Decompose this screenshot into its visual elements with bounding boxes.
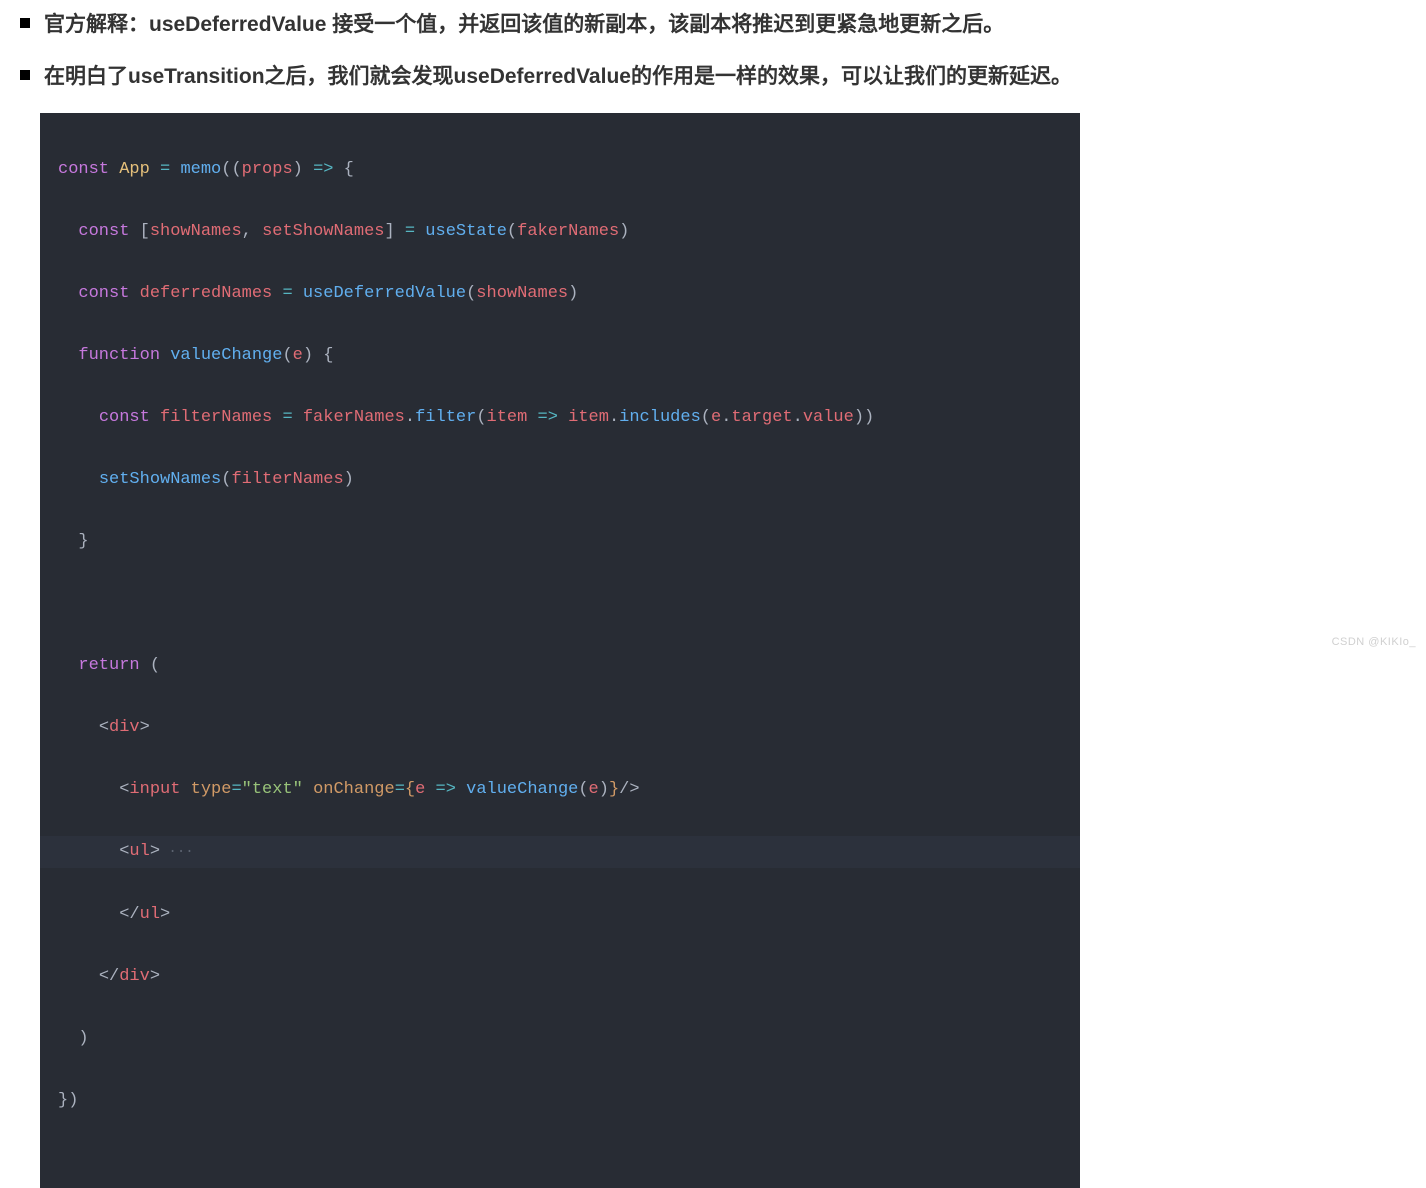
id-showNames2: showNames bbox=[476, 284, 568, 303]
id-target: target bbox=[731, 408, 792, 427]
id-app: App bbox=[119, 160, 150, 179]
code-container: const App = memo((props) => { const [sho… bbox=[40, 113, 1080, 1188]
id-filterNames2: filterNames bbox=[231, 470, 343, 489]
fn-useDeferredValue: useDeferredValue bbox=[303, 284, 466, 303]
bullet-square-icon bbox=[20, 70, 30, 80]
id-filterNames: filterNames bbox=[160, 408, 272, 427]
tag-ul-close: ul bbox=[140, 905, 160, 924]
kw-return: return bbox=[78, 656, 139, 675]
bullet-text-1: 官方解释：useDeferredValue 接受一个值，并返回该值的新副本，该副… bbox=[44, 8, 1004, 42]
fn-filter: filter bbox=[415, 408, 476, 427]
bullet-item-2: 在明白了useTransition之后，我们就会发现useDeferredVal… bbox=[20, 60, 1406, 94]
fn-valueChange2: valueChange bbox=[466, 780, 578, 799]
op-arrow: => bbox=[436, 780, 456, 799]
kw-const: const bbox=[78, 284, 129, 303]
kw-const: const bbox=[58, 160, 109, 179]
op-eq: = bbox=[282, 408, 292, 427]
str-text: "text" bbox=[242, 780, 303, 799]
tag-div: div bbox=[109, 718, 140, 737]
tag-input: input bbox=[129, 780, 180, 799]
id-showNames: showNames bbox=[150, 222, 242, 241]
param-props: props bbox=[242, 160, 293, 179]
fold-dots-icon: ··· bbox=[160, 844, 194, 860]
id-value: value bbox=[803, 408, 854, 427]
id-e2: e bbox=[589, 780, 599, 799]
fn-valueChange: valueChange bbox=[170, 346, 282, 365]
attr-onChange: onChange bbox=[313, 780, 395, 799]
fn-includes: includes bbox=[619, 408, 701, 427]
fn-setShowNames: setShowNames bbox=[99, 470, 221, 489]
id-item: item bbox=[568, 408, 609, 427]
fn-memo: memo bbox=[180, 160, 221, 179]
op-eq: = bbox=[160, 160, 170, 179]
param-item: item bbox=[487, 408, 528, 427]
param-e2: e bbox=[415, 780, 425, 799]
watermark: CSDN @KIKIo_ bbox=[1332, 636, 1416, 648]
code-block: const App = memo((props) => { const [sho… bbox=[40, 113, 1080, 1188]
bullet-text-2: 在明白了useTransition之后，我们就会发现useDeferredVal… bbox=[44, 60, 1072, 94]
bullet-item-1: 官方解释：useDeferredValue 接受一个值，并返回该值的新副本，该副… bbox=[20, 8, 1406, 42]
tag-div-close: div bbox=[119, 967, 150, 986]
id-deferredNames: deferredNames bbox=[140, 284, 273, 303]
op-eq: = bbox=[405, 222, 415, 241]
id-fakerNames2: fakerNames bbox=[303, 408, 405, 427]
kw-const: const bbox=[78, 222, 129, 241]
bullet-square-icon bbox=[20, 18, 30, 28]
op-arrow: => bbox=[538, 408, 558, 427]
id-fakerNames: fakerNames bbox=[517, 222, 619, 241]
id-e: e bbox=[711, 408, 721, 427]
tag-ul: ul bbox=[129, 842, 149, 861]
id-setShowNames: setShowNames bbox=[262, 222, 384, 241]
param-e: e bbox=[293, 346, 303, 365]
kw-const: const bbox=[99, 408, 150, 427]
fn-useState: useState bbox=[425, 222, 507, 241]
op-eq: = bbox=[282, 284, 292, 303]
attr-type: type bbox=[191, 780, 232, 799]
kw-function: function bbox=[78, 346, 160, 365]
op-arrow: => bbox=[313, 160, 333, 179]
